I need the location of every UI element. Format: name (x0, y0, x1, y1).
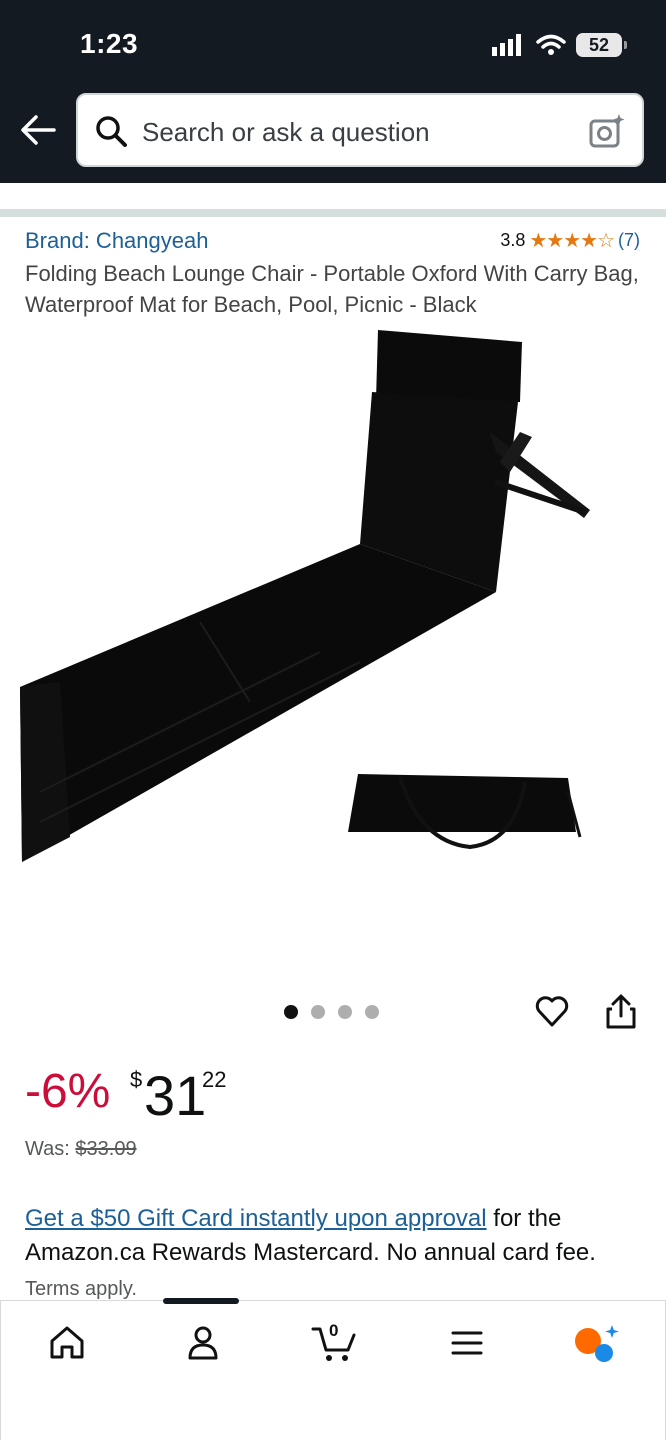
bottom-navigation: 0 (0, 1298, 666, 1440)
cellular-signal-icon (492, 34, 521, 56)
home-icon[interactable] (47, 1323, 87, 1363)
top-header: 1:23 52 Search or ask a question (0, 0, 666, 183)
rufus-assistant-icon[interactable] (573, 1323, 621, 1363)
search-input[interactable]: Search or ask a question (76, 93, 644, 167)
rating-count[interactable]: (7) (618, 230, 640, 251)
credit-card-promo: Get a $50 Gift Card instantly upon appro… (25, 1202, 645, 1306)
section-divider (0, 209, 666, 217)
price-whole: 31 (144, 1064, 207, 1127)
cart-count: 0 (329, 1321, 339, 1340)
price-fraction: 22 (202, 1067, 227, 1092)
menu-icon[interactable] (447, 1323, 487, 1363)
star-rating-icon: ★★★★☆ (529, 230, 615, 252)
search-placeholder: Search or ask a question (142, 117, 430, 147)
search-icon (96, 116, 127, 147)
account-icon[interactable] (183, 1323, 223, 1363)
back-arrow-icon[interactable] (18, 110, 58, 150)
image-carousel-dots[interactable] (284, 1005, 379, 1019)
rating-summary[interactable]: 3.8 ★★★★☆ (7) (500, 228, 640, 253)
active-tab-indicator (163, 1298, 239, 1304)
was-label: Was: (25, 1138, 70, 1160)
status-icons: 52 (492, 30, 627, 60)
product-title: Folding Beach Lounge Chair - Portable Ox… (25, 261, 639, 317)
was-price: $33.09 (75, 1138, 137, 1160)
gift-card-offer-link[interactable]: Get a $50 Gift Card instantly upon appro… (25, 1205, 487, 1232)
camera-search-icon[interactable] (588, 112, 626, 150)
status-time: 1:23 (80, 28, 139, 59)
price-currency: $ (130, 1067, 143, 1092)
battery-indicator: 52 (576, 33, 627, 57)
discount-percentage: -6% (25, 1065, 111, 1118)
promo-terms: Terms apply. (25, 1278, 137, 1300)
rating-value: 3.8 (500, 230, 526, 250)
carousel-dot[interactable] (365, 1005, 379, 1019)
was-price-line: Was: $33.09 (25, 1138, 137, 1161)
heart-icon[interactable] (534, 993, 570, 1029)
carousel-dot[interactable] (284, 1005, 298, 1019)
share-icon[interactable] (604, 994, 638, 1030)
carousel-dot[interactable] (311, 1005, 325, 1019)
cart-button[interactable]: 0 (311, 1321, 357, 1363)
carousel-dot[interactable] (338, 1005, 352, 1019)
product-image[interactable] (0, 322, 666, 982)
brand-link[interactable]: Brand: Changyeah (25, 228, 208, 254)
wifi-icon (536, 34, 566, 55)
